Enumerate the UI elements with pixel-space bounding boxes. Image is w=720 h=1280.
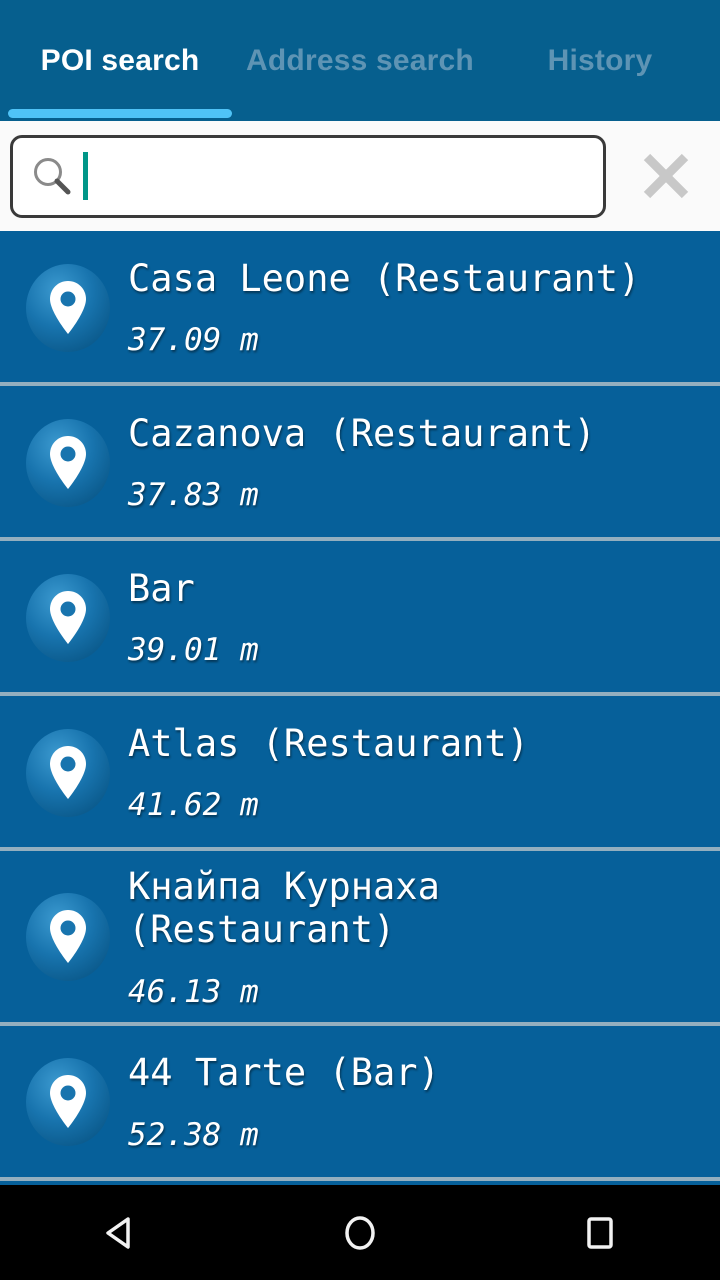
nav-back-button[interactable] [60, 1185, 180, 1280]
poi-name: Casa Leone (Restaurant) [128, 256, 641, 300]
poi-distance: 37.09 m [128, 322, 259, 359]
poi-distance: 41.62 m [128, 787, 259, 824]
poi-text-block: Casa Leone (Restaurant) 37.09 m [128, 257, 708, 358]
tab-poi-search[interactable]: POI search [0, 0, 240, 121]
list-item[interactable]: Atlas (Restaurant) 41.62 m [0, 696, 720, 851]
poi-name: Atlas (Restaurant) [128, 721, 529, 765]
search-box[interactable] [10, 134, 606, 218]
clear-search-button[interactable] [612, 121, 720, 231]
tab-poi-search-label: POI search [40, 43, 200, 77]
tab-address-search[interactable]: Address search [240, 0, 480, 121]
poi-text-block: Кнайпа Курнаха (Restaurant) 46.13 m [128, 865, 708, 1010]
android-navigation-bar [0, 1185, 720, 1280]
poi-text-block: 44 Tarte (Bar) 52.38 m [128, 1051, 708, 1152]
list-item[interactable]: Casa Leone (Restaurant) 37.09 m [0, 231, 720, 386]
list-item[interactable]: 44 Tarte (Bar) 52.38 m [0, 1026, 720, 1181]
map-pin-icon [22, 727, 114, 819]
recents-square-icon [578, 1211, 622, 1255]
list-item[interactable]: Кнайпа Курнаха (Restaurant) 46.13 m [0, 851, 720, 1026]
tab-history[interactable]: History [480, 0, 720, 121]
poi-text-block: Bar 39.01 m [128, 567, 708, 668]
poi-name: 44 Tarte (Bar) [128, 1051, 440, 1095]
poi-distance: 46.13 m [128, 973, 259, 1010]
back-triangle-icon [98, 1211, 142, 1255]
poi-search-screen: POI search Address search History Casa L… [0, 0, 720, 1280]
poi-name: Cazanova (Restaurant) [128, 411, 596, 455]
list-item[interactable]: Bar 39.01 m [0, 541, 720, 696]
poi-distance: 37.83 m [128, 477, 259, 514]
nav-home-button[interactable] [300, 1185, 420, 1280]
poi-distance: 52.38 m [128, 1116, 259, 1153]
list-item[interactable]: Cazanova (Restaurant) 37.83 m [0, 386, 720, 541]
tab-address-search-label: Address search [246, 43, 474, 77]
close-icon [636, 146, 696, 206]
tab-bar: POI search Address search History [0, 0, 720, 121]
poi-name: Кнайпа Курнаха (Restaurant) [128, 865, 440, 952]
poi-text-block: Cazanova (Restaurant) 37.83 m [128, 412, 708, 513]
nav-recents-button[interactable] [540, 1185, 660, 1280]
map-pin-icon [22, 262, 114, 354]
map-pin-icon [22, 1056, 114, 1148]
map-pin-icon [22, 417, 114, 509]
search-icon [31, 155, 73, 197]
active-tab-indicator [8, 109, 232, 118]
search-bar [0, 121, 720, 231]
home-circle-icon [338, 1211, 382, 1255]
search-input[interactable] [90, 146, 585, 206]
tab-history-label: History [547, 43, 653, 77]
map-pin-icon [22, 572, 114, 664]
poi-result-list[interactable]: Casa Leone (Restaurant) 37.09 m Cazanova… [0, 231, 720, 1185]
map-pin-icon [22, 891, 114, 983]
text-cursor [83, 152, 88, 200]
poi-text-block: Atlas (Restaurant) 41.62 m [128, 722, 708, 823]
poi-name: Bar [128, 566, 195, 610]
poi-distance: 39.01 m [128, 632, 259, 669]
